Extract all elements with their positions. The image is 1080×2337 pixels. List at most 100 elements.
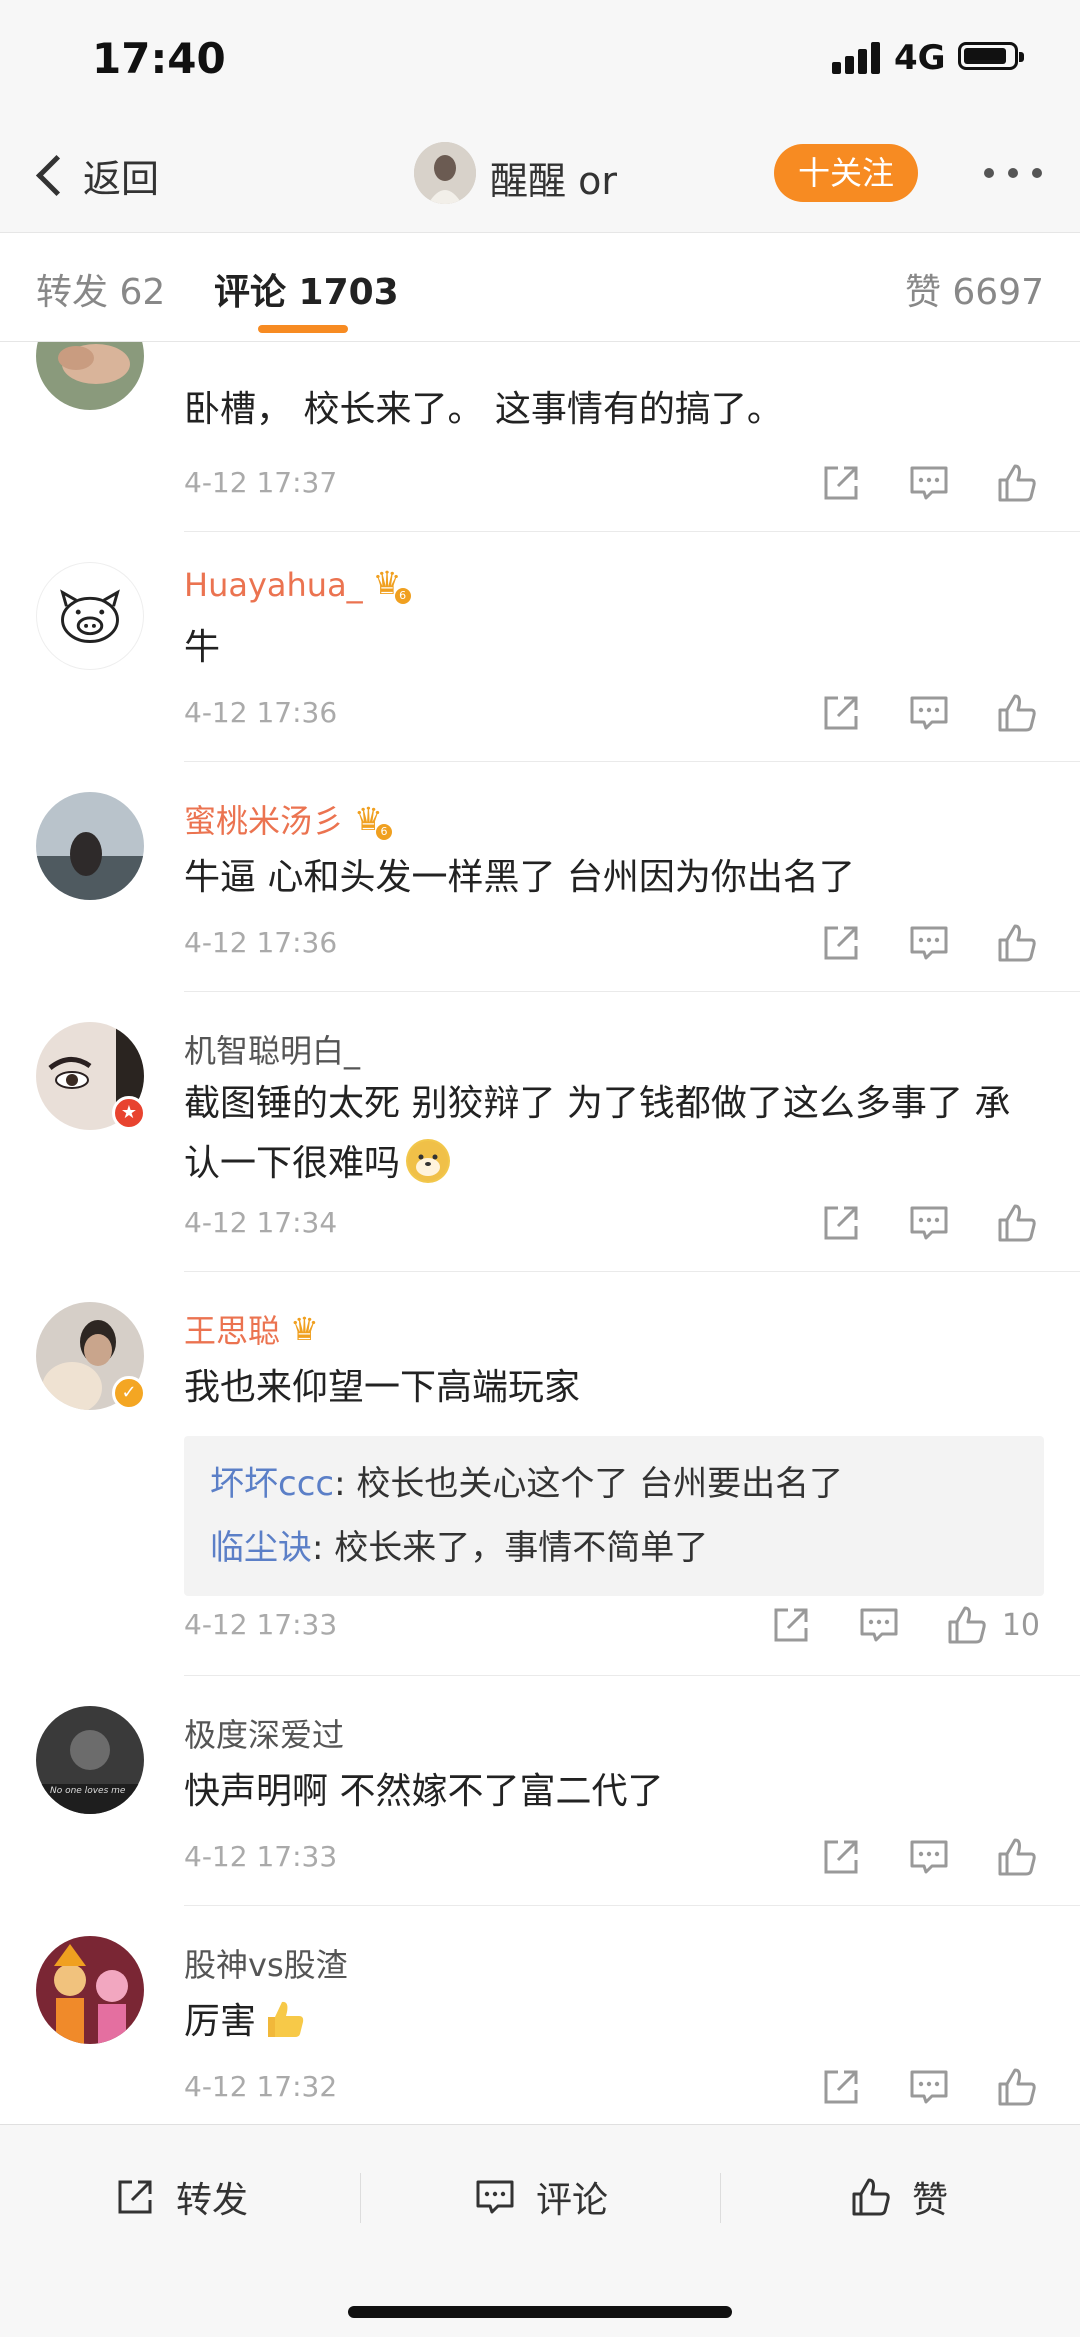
reply-text: : 校长也关心这个了 台州要出名了 xyxy=(334,1464,844,1504)
battery-icon xyxy=(958,42,1024,70)
repost-button[interactable]: 转发 xyxy=(112,2167,248,2227)
crown-icon: 6 xyxy=(373,564,411,604)
tab-active-indicator xyxy=(258,325,348,333)
home-indicator[interactable] xyxy=(348,2306,732,2318)
author-name[interactable]: 醒醒 or xyxy=(490,150,617,205)
comment-text-content: 截图锤的太死 别狡辩了 为了钱都做了这么多事了 承认一下很难吗 xyxy=(184,1083,1011,1184)
share-icon[interactable] xyxy=(818,460,864,506)
divider xyxy=(720,2173,721,2223)
like-icon[interactable] xyxy=(994,1834,1040,1880)
verified-badge: ★ xyxy=(112,1096,146,1130)
bottom-action-bar: 转发 评论 赞 xyxy=(0,2124,1080,2337)
comment-item: 蜜桃米汤彡 6 牛逼 心和头发一样黑了 台州因为你出名了 4-12 17:36 xyxy=(0,762,1080,992)
repost-label: 转发 xyxy=(176,2180,249,2221)
crown-icon xyxy=(290,1310,322,1348)
comment-text: 牛 xyxy=(184,627,221,668)
divider xyxy=(360,2173,361,2223)
nav-bar: 返回 醒醒 or 十关注 xyxy=(0,120,1080,232)
comment-actions xyxy=(776,460,1040,506)
like-button[interactable]: 赞 xyxy=(848,2167,948,2227)
comment-text: 我也来仰望一下高端玩家 xyxy=(184,1367,581,1408)
like-icon[interactable] xyxy=(994,460,1040,506)
share-icon[interactable] xyxy=(818,1200,864,1246)
comment-actions xyxy=(776,2064,1040,2110)
comment-actions: 10 xyxy=(726,1602,1040,1648)
status-time: 17:40 xyxy=(92,34,226,83)
back-chevron-icon xyxy=(35,154,78,196)
avatar[interactable] xyxy=(36,1936,144,2044)
comment-icon[interactable] xyxy=(906,690,952,736)
user-name[interactable]: Huayahua_ 6 xyxy=(184,564,411,604)
share-icon[interactable] xyxy=(818,920,864,966)
reply-text: : 校长来了，事情不简单了 xyxy=(312,1528,709,1568)
reply-item[interactable]: 坏坏ccc: 校长也关心这个了 台州要出名了 xyxy=(210,1452,1018,1516)
tab-repost[interactable]: 转发 62 xyxy=(36,263,165,315)
comment-icon[interactable] xyxy=(906,460,952,506)
user-name[interactable]: 极度深爱过 xyxy=(184,1710,344,1756)
avatar[interactable] xyxy=(36,562,144,670)
emoji-thumbs-up-icon xyxy=(262,1997,306,2041)
comment-icon[interactable] xyxy=(906,1200,952,1246)
share-icon[interactable] xyxy=(768,1602,814,1648)
reply-box[interactable]: 坏坏ccc: 校长也关心这个了 台州要出名了 临尘诀: 校长来了，事情不简单了 xyxy=(184,1436,1044,1596)
comment-item: No one loves me 极度深爱过 快声明啊 不然嫁不了富二代了 4-1… xyxy=(0,1676,1080,1906)
vip-level: 6 xyxy=(376,824,393,840)
reply-user-name[interactable]: 坏坏ccc xyxy=(210,1464,334,1504)
user-name[interactable]: 股神vs股渣 xyxy=(184,1940,348,1986)
comment-label: 评论 xyxy=(536,2180,609,2221)
comment-actions xyxy=(776,1834,1040,1880)
crown-icon: 6 xyxy=(354,800,393,840)
comment-list[interactable]: 卧槽， 校长来了。 这事情有的搞了。 4-12 17:37 Huayahua_ 6… xyxy=(0,342,1080,2124)
comment-time: 4-12 17:37 xyxy=(184,466,338,499)
comment-text: 快声明啊 不然嫁不了富二代了 xyxy=(184,1771,664,1812)
avatar[interactable] xyxy=(36,342,144,410)
like-icon[interactable] xyxy=(944,1602,990,1648)
share-icon xyxy=(118,2180,152,2214)
like-icon[interactable] xyxy=(994,690,1040,736)
like-icon[interactable] xyxy=(994,2064,1040,2110)
comment-icon[interactable] xyxy=(906,1834,952,1880)
tab-likes[interactable]: 赞 6697 xyxy=(905,263,1044,315)
reply-item[interactable]: 临尘诀: 校长来了，事情不简单了 xyxy=(210,1516,1018,1580)
comment-icon[interactable] xyxy=(906,920,952,966)
user-name-text[interactable]: 王思聪 xyxy=(184,1312,280,1350)
comment-item: ★ 机智聪明白_ 截图锤的太死 别狡辩了 为了钱都做了这么多事了 承认一下很难吗… xyxy=(0,992,1080,1272)
back-label: 返回 xyxy=(83,156,160,201)
vip-level: 6 xyxy=(394,588,411,604)
comment-icon[interactable] xyxy=(906,2064,952,2110)
like-icon[interactable] xyxy=(994,920,1040,966)
share-icon[interactable] xyxy=(818,2064,864,2110)
reply-user-name[interactable]: 临尘诀 xyxy=(210,1528,312,1568)
back-button[interactable]: 返回 xyxy=(30,140,159,210)
avatar[interactable] xyxy=(36,792,144,900)
share-icon[interactable] xyxy=(818,1834,864,1880)
comment-item: 股神vs股渣 厉害 4-12 17:32 xyxy=(0,1906,1080,2124)
status-bar: 17:40 4G xyxy=(0,0,1080,120)
user-name-text[interactable]: 蜜桃米汤彡 xyxy=(184,802,344,840)
emoji-doge-icon xyxy=(406,1139,451,1183)
like-icon xyxy=(852,2178,890,2216)
user-name[interactable]: 机智聪明白_ xyxy=(184,1026,360,1072)
comment-text-content: 厉害 xyxy=(184,2001,257,2042)
comment-icon xyxy=(476,2180,514,2214)
user-name-text[interactable]: Huayahua_ xyxy=(184,566,363,604)
comment-time: 4-12 17:33 xyxy=(184,1608,338,1641)
signal-icon xyxy=(832,40,882,74)
comment-actions xyxy=(776,920,1040,966)
comment-icon[interactable] xyxy=(856,1602,902,1648)
author-avatar[interactable] xyxy=(414,142,476,204)
tab-comments[interactable]: 评论 1703 xyxy=(214,263,399,315)
user-name[interactable]: 王思聪 xyxy=(184,1306,322,1352)
comment-button[interactable]: 评论 xyxy=(472,2167,608,2227)
follow-button[interactable]: 十关注 xyxy=(774,144,918,202)
like-icon[interactable] xyxy=(994,1200,1040,1246)
comment-time: 4-12 17:34 xyxy=(184,1206,338,1239)
avatar[interactable]: No one loves me xyxy=(36,1706,144,1814)
share-icon[interactable] xyxy=(818,690,864,736)
more-icon[interactable] xyxy=(984,168,1044,180)
comment-text: 截图锤的太死 别狡辩了 为了钱都做了这么多事了 承认一下很难吗 xyxy=(184,1074,1024,1194)
user-name[interactable]: 蜜桃米汤彡 6 xyxy=(184,796,393,842)
tab-bar: 转发 62 评论 1703 赞 6697 xyxy=(0,232,1080,342)
comment-item: 卧槽， 校长来了。 这事情有的搞了。 4-12 17:37 xyxy=(0,342,1080,532)
comment-item: Huayahua_ 6 牛 4-12 17:36 xyxy=(0,532,1080,762)
